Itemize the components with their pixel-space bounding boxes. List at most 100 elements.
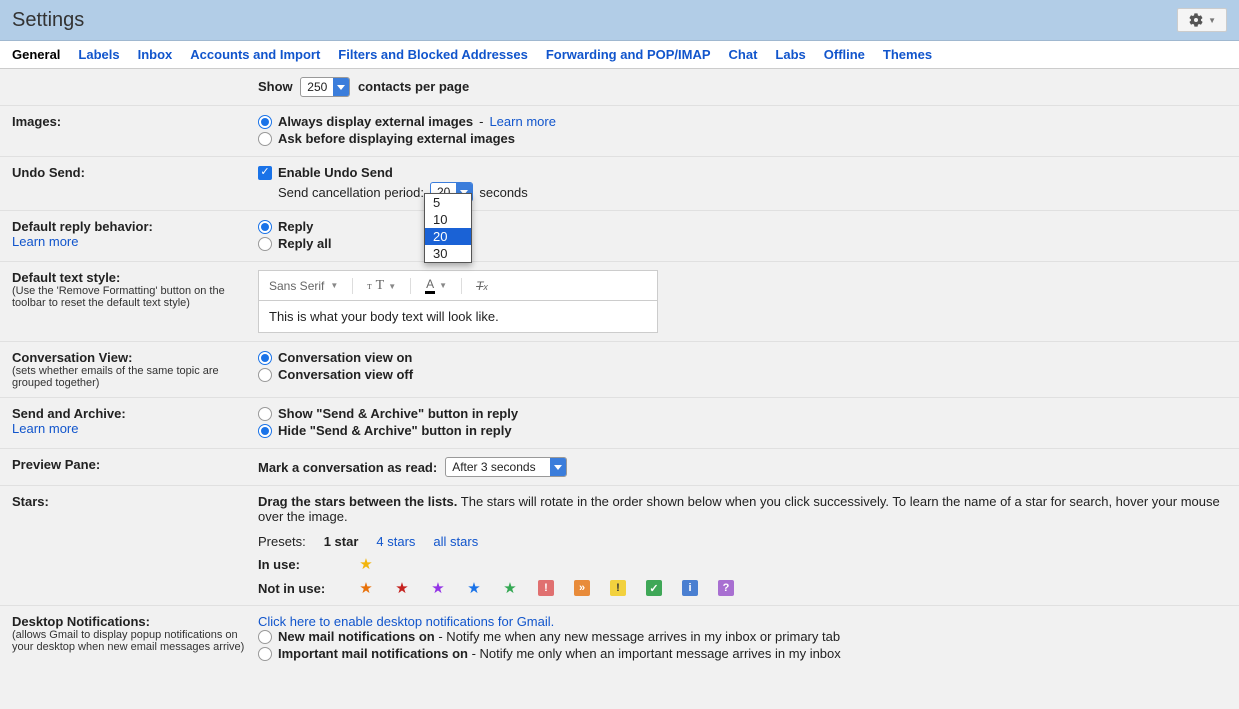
stamp-purple-question-icon[interactable]: ? (718, 580, 734, 596)
text-color-button[interactable]: A▼ (425, 277, 447, 294)
conv-label: Conversation View: (12, 350, 132, 365)
stars-inuse-label: In use: (258, 557, 338, 572)
row-default-reply: Default reply behavior: Learn more Reply… (0, 211, 1239, 262)
row-text-style: Default text style: (Use the 'Remove For… (0, 262, 1239, 342)
radio-show-sendarchive[interactable] (258, 407, 272, 421)
reply-learn-more[interactable]: Learn more (12, 234, 258, 249)
undo-option-30[interactable]: 30 (425, 245, 471, 262)
stamp-red-bang-icon[interactable]: ! (538, 580, 554, 596)
desktop-sub: (allows Gmail to display popup notificat… (12, 629, 258, 653)
remove-formatting-button[interactable]: Tx (476, 279, 488, 293)
stars-label: Stars: (12, 494, 49, 509)
page-title: Settings (12, 9, 84, 32)
star-red-icon[interactable]: ★ (394, 579, 410, 597)
undo-period-dropdown[interactable]: 5 10 20 30 (424, 193, 472, 263)
settings-tabs: General Labels Inbox Accounts and Import… (0, 41, 1239, 69)
desktop-label: Desktop Notifications: (12, 614, 150, 629)
contacts-per-page-select[interactable]: 250 (300, 77, 350, 97)
preview-mark-select[interactable]: After 3 seconds (445, 457, 567, 477)
images-opt-always: Always display external images (278, 114, 473, 129)
stamp-blue-info-icon[interactable]: i (682, 580, 698, 596)
sendarchive-opt-hide: Hide "Send & Archive" button in reply (278, 423, 512, 438)
stars-presets-label: Presets: (258, 534, 306, 549)
images-learn-more[interactable]: Learn more (489, 114, 555, 129)
sendarchive-opt-show: Show "Send & Archive" button in reply (278, 406, 518, 421)
row-send-archive: Send and Archive: Learn more Show "Send … (0, 398, 1239, 449)
star-purple-icon[interactable]: ★ (430, 579, 446, 597)
tab-offline[interactable]: Offline (824, 47, 865, 68)
radio-images-ask[interactable] (258, 132, 272, 146)
radio-important-on[interactable] (258, 647, 272, 661)
stamp-green-check-icon[interactable]: ✓ (646, 580, 662, 596)
desktop-opt2-desc: - Notify me only when an important messa… (468, 646, 841, 661)
chevron-down-icon[interactable] (333, 78, 349, 96)
textstyle-label: Default text style: (12, 270, 120, 285)
radio-reply-all[interactable] (258, 237, 272, 251)
undo-enable-label: Enable Undo Send (278, 165, 393, 180)
contacts-per-page-label: contacts per page (358, 79, 469, 94)
header-bar: Settings ▼ (0, 0, 1239, 41)
sendarchive-learn-more[interactable]: Learn more (12, 421, 258, 436)
tab-chat[interactable]: Chat (729, 47, 758, 68)
tab-accounts[interactable]: Accounts and Import (190, 47, 320, 68)
tab-general[interactable]: General (12, 47, 60, 68)
row-stars: Stars: Drag the stars between the lists.… (0, 486, 1239, 606)
chevron-down-icon: ▼ (1208, 16, 1216, 25)
tab-labs[interactable]: Labs (775, 47, 805, 68)
undo-option-10[interactable]: 10 (425, 211, 471, 228)
sendarchive-label: Send and Archive: (12, 406, 126, 421)
radio-hide-sendarchive[interactable] (258, 424, 272, 438)
desktop-opt1-desc: - Notify me when any new message arrives… (435, 629, 840, 644)
star-orange-icon[interactable]: ★ (358, 579, 374, 597)
row-preview-pane: Preview Pane: Mark a conversation as rea… (0, 449, 1239, 486)
star-blue-icon[interactable]: ★ (466, 579, 482, 597)
stamp-yellow-bang-icon[interactable]: ! (610, 580, 626, 596)
text-style-editor: Sans Serif▼ тT▼ A▼ Tx This is what your … (258, 270, 658, 333)
row-undo-send: Undo Send: Enable Undo Send Send cancell… (0, 157, 1239, 211)
text-style-sample: This is what your body text will look li… (259, 301, 657, 332)
undo-seconds-label: seconds (479, 185, 527, 200)
stamp-orange-arrow-icon[interactable]: » (574, 580, 590, 596)
desktop-enable-link[interactable]: Click here to enable desktop notificatio… (258, 614, 1227, 629)
row-images: Images: Always display external images -… (0, 106, 1239, 157)
radio-reply[interactable] (258, 220, 272, 234)
undo-label: Undo Send: (12, 165, 85, 180)
row-conversation-view: Conversation View: (sets whether emails … (0, 342, 1239, 398)
radio-conv-off[interactable] (258, 368, 272, 382)
star-green-icon[interactable]: ★ (502, 579, 518, 597)
preset-4stars[interactable]: 4 stars (376, 534, 415, 549)
tab-forwarding[interactable]: Forwarding and POP/IMAP (546, 47, 711, 68)
chevron-down-icon: ▼ (330, 281, 338, 290)
chevron-down-icon[interactable] (550, 458, 566, 476)
contacts-show-label: Show (258, 79, 293, 94)
radio-images-always[interactable] (258, 115, 272, 129)
star-yellow-icon[interactable]: ★ (358, 555, 374, 573)
gear-icon (1188, 12, 1204, 28)
undo-period-label: Send cancellation period: (278, 185, 424, 200)
reply-label: Default reply behavior: (12, 219, 153, 234)
tab-inbox[interactable]: Inbox (138, 47, 173, 68)
desktop-opt2: Important mail notifications on (278, 646, 468, 661)
tab-labels[interactable]: Labels (78, 47, 119, 68)
conv-opt-off: Conversation view off (278, 367, 413, 382)
tab-filters[interactable]: Filters and Blocked Addresses (338, 47, 528, 68)
preview-mark-label: Mark a conversation as read: (258, 460, 437, 475)
desktop-opt1: New mail notifications on (278, 629, 435, 644)
radio-newmail-on[interactable] (258, 630, 272, 644)
font-select[interactable]: Sans Serif▼ (269, 279, 338, 293)
font-size-button[interactable]: тT▼ (367, 278, 396, 294)
tab-themes[interactable]: Themes (883, 47, 932, 68)
preview-label: Preview Pane: (12, 457, 100, 472)
settings-content: Show 250 contacts per page Images: Alway… (0, 69, 1239, 709)
settings-gear-button[interactable]: ▼ (1177, 8, 1227, 32)
preset-allstars[interactable]: all stars (433, 534, 478, 549)
undo-option-5[interactable]: 5 (425, 194, 471, 211)
undo-option-20[interactable]: 20 (425, 228, 471, 245)
chevron-down-icon: ▼ (439, 281, 447, 290)
checkbox-enable-undo[interactable] (258, 166, 272, 180)
radio-conv-on[interactable] (258, 351, 272, 365)
row-desktop-notifications: Desktop Notifications: (allows Gmail to … (0, 606, 1239, 671)
preset-1star[interactable]: 1 star (324, 534, 359, 549)
reply-opt-reply: Reply (278, 219, 313, 234)
textstyle-sub: (Use the 'Remove Formatting' button on t… (12, 285, 258, 309)
